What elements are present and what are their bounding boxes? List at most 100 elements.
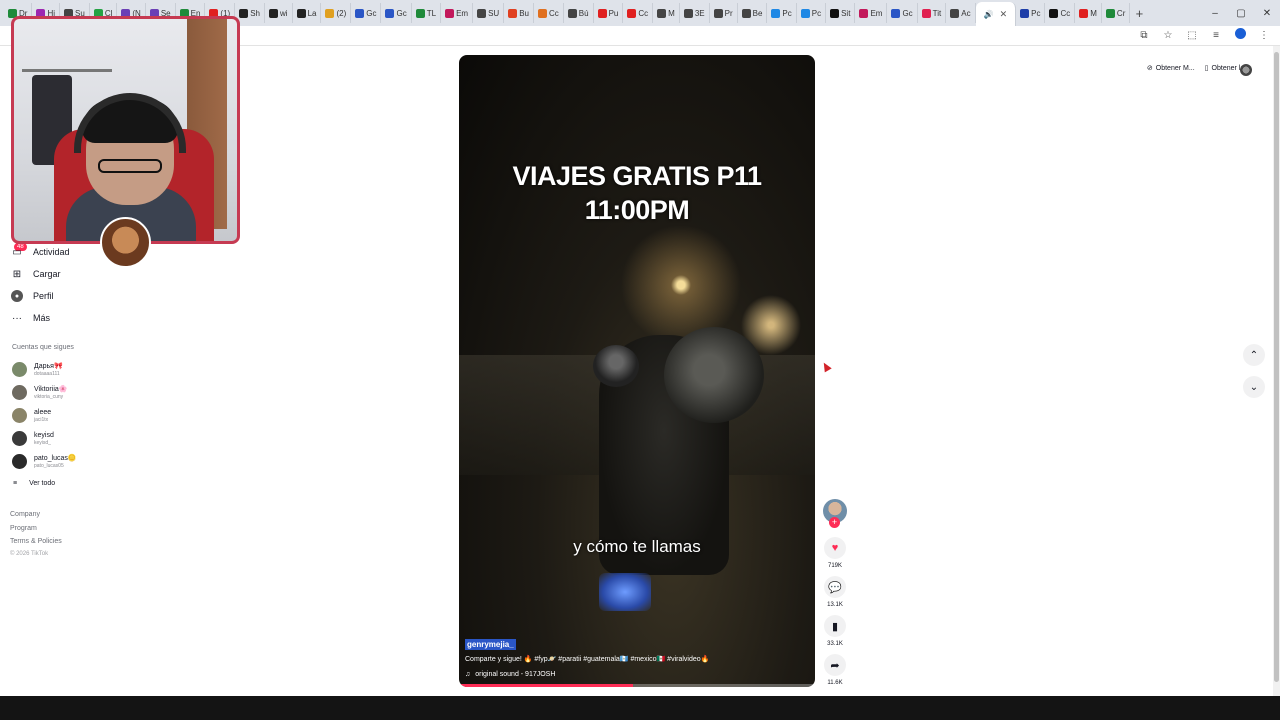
browser-menu-icon[interactable]: ⋮ <box>1258 30 1270 41</box>
browser-tab[interactable]: Cc <box>623 3 654 23</box>
save-button[interactable]: ▮ <box>824 615 846 637</box>
browser-tab[interactable]: Gc <box>887 3 918 23</box>
tab-label: Cc <box>548 8 559 18</box>
following-account[interactable]: pato_lucas🪙 pato_lucas05 <box>12 454 77 469</box>
tab-label: Pu <box>608 8 619 18</box>
install-app-icon[interactable]: ⧉ <box>1138 30 1150 41</box>
footer-link-program[interactable]: Program <box>10 525 37 532</box>
tab-label: 3E <box>694 8 705 18</box>
tab-favicon-icon <box>657 8 667 18</box>
new-tab-button[interactable]: + <box>1130 6 1148 21</box>
reading-list-icon[interactable]: ≡ <box>1210 30 1222 41</box>
get-app-button[interactable]: ⊘ Obtener M... <box>1147 64 1195 73</box>
account-name-text: pato_lucas <box>34 454 68 462</box>
tab-label: TL <box>426 8 437 18</box>
tab-label: Gc <box>396 8 407 18</box>
active-browser-tab[interactable]: 🔊 ✕ <box>975 2 1017 26</box>
browser-tab[interactable]: Em <box>855 3 888 23</box>
browser-tab[interactable]: M <box>653 3 680 23</box>
tab-favicon-icon <box>1049 8 1059 18</box>
browser-tab[interactable]: Cc <box>534 3 564 23</box>
extensions-icon[interactable]: ⬚ <box>1186 30 1198 41</box>
browser-tab[interactable]: Cc <box>1045 3 1076 23</box>
browser-tab[interactable]: La <box>293 3 322 23</box>
browser-tab[interactable]: wi <box>265 3 293 23</box>
previous-video-button[interactable]: ⌃ <box>1243 344 1265 366</box>
browser-tab[interactable]: Be <box>738 3 768 23</box>
browser-tab[interactable]: Tit <box>918 3 947 23</box>
phone-icon: ▯ <box>1204 65 1209 72</box>
browser-tab[interactable]: Sh <box>235 3 265 23</box>
sidebar-item-more[interactable]: ··· Más <box>11 312 50 324</box>
next-video-button[interactable]: ⌄ <box>1243 376 1265 398</box>
footer-link-company[interactable]: Company <box>10 511 40 518</box>
share-count: 11.6K <box>827 680 843 686</box>
browser-tab[interactable]: 3E <box>680 3 710 23</box>
sidebar-item-profile[interactable]: ● Perfil <box>11 290 54 302</box>
webcam-overlay <box>11 16 240 244</box>
like-button[interactable]: ♥ <box>824 537 846 559</box>
following-account[interactable]: Viktoriia🌸 viktoria_cuny <box>12 385 68 400</box>
tab-favicon-icon <box>921 8 931 18</box>
sidebar-item-activity[interactable]: ▭ Actividad <box>11 246 69 258</box>
tab-favicon-icon <box>1105 8 1115 18</box>
account-name-text: keyisd <box>34 431 54 439</box>
following-account[interactable]: keyisd keyisd_ <box>12 431 54 446</box>
window-controls: – ▢ ✕ <box>1202 0 1280 26</box>
video-sound[interactable]: ♫ original sound - 917JOSH <box>465 671 555 678</box>
tab-label: Bu <box>519 8 529 18</box>
tab-favicon-icon <box>445 8 455 18</box>
page-scrollbar[interactable] <box>1273 46 1280 696</box>
tab-favicon-icon <box>1079 8 1089 18</box>
account-avatar <box>12 408 27 423</box>
video-player[interactable]: VIAJES GRATIS P11 11:00PM y cómo te llam… <box>459 55 815 687</box>
browser-tab[interactable]: Gc <box>381 3 412 23</box>
sidebar-item-upload[interactable]: ⊞ Cargar <box>11 268 61 280</box>
tab-label: Gc <box>366 8 377 18</box>
browser-tab[interactable]: M <box>1075 3 1102 23</box>
browser-tab[interactable]: Pr <box>710 3 738 23</box>
browser-tab[interactable]: Pc <box>797 3 827 23</box>
browser-tab[interactable]: Bú <box>564 3 594 23</box>
share-button[interactable]: ➦ <box>824 654 846 676</box>
browser-tab[interactable]: Pc <box>1016 3 1046 23</box>
maximize-button[interactable]: ▢ <box>1228 8 1254 19</box>
tab-label: Em <box>456 8 469 18</box>
close-tab-icon[interactable]: ✕ <box>1000 9 1008 20</box>
see-all-link[interactable]: ≡ Ver todo <box>13 480 55 487</box>
tab-label: Em <box>870 8 883 18</box>
profile-icon[interactable] <box>1234 28 1246 42</box>
music-note-icon: ♫ <box>465 671 471 678</box>
tab-label: Pr <box>724 8 733 18</box>
user-avatar[interactable] <box>1240 64 1252 76</box>
following-account[interactable]: aleee jaci1tx <box>12 408 51 423</box>
browser-tab[interactable]: Cr <box>1102 3 1131 23</box>
account-avatar <box>12 431 27 446</box>
footer-link-terms[interactable]: Terms & Policies <box>10 538 62 545</box>
video-author-username[interactable]: genrymejia_ <box>465 639 516 650</box>
bookmark-star-icon[interactable]: ☆ <box>1162 30 1174 41</box>
tab-label: Gc <box>902 8 913 18</box>
video-overlay-title: VIAJES GRATIS P11 11:00PM <box>459 159 815 227</box>
browser-tab[interactable]: (2) <box>321 3 352 23</box>
comment-icon: 💬 <box>828 581 842 594</box>
account-name-text: Дарья <box>34 362 54 370</box>
sidebar-item-label: Perfil <box>33 291 54 301</box>
browser-tab[interactable]: Sit <box>826 3 856 23</box>
browser-tab[interactable]: Gc <box>351 3 382 23</box>
browser-tab[interactable]: Pu <box>594 3 624 23</box>
browser-tab[interactable]: Em <box>441 3 474 23</box>
video-progress-bar[interactable] <box>459 684 815 687</box>
comment-button[interactable]: 💬 <box>824 576 846 598</box>
follow-plus-icon[interactable]: + <box>829 517 840 528</box>
tab-favicon-icon <box>508 8 518 18</box>
browser-tab[interactable]: Pc <box>767 3 797 23</box>
browser-tab[interactable]: Bu <box>504 3 534 23</box>
browser-tab[interactable]: SU <box>473 3 505 23</box>
following-account[interactable]: Дарья🎀 dotaaaa111 <box>12 362 63 377</box>
browser-tab[interactable]: Ac <box>946 3 976 23</box>
minimize-button[interactable]: – <box>1202 8 1228 19</box>
browser-tab[interactable]: TL <box>412 3 442 23</box>
tab-favicon-icon <box>567 8 577 18</box>
close-window-button[interactable]: ✕ <box>1254 8 1280 19</box>
